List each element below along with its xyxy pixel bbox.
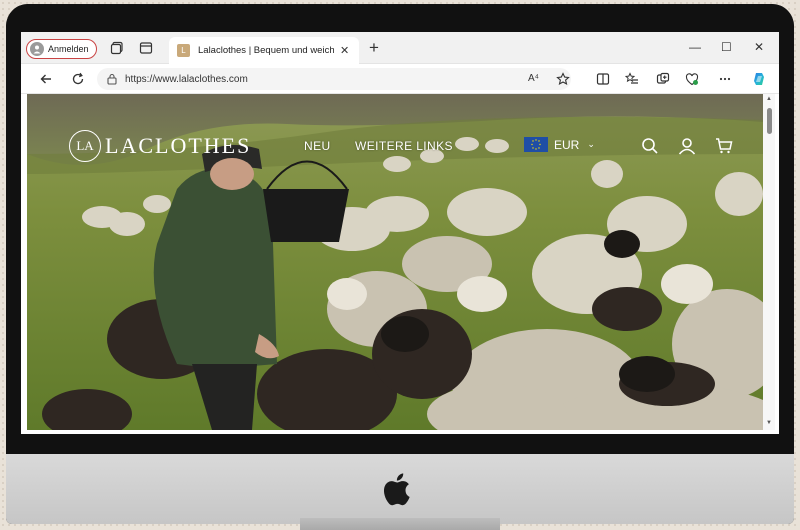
lock-icon[interactable]	[107, 73, 117, 85]
maximize-button[interactable]: ☐	[721, 41, 732, 53]
copilot-icon[interactable]	[752, 71, 768, 87]
search-icon[interactable]	[641, 137, 659, 155]
scroll-down-icon[interactable]: ▼	[766, 420, 772, 426]
tab-title: Lalaclothes | Bequem und weich	[198, 45, 334, 56]
nav-item-weitere-links[interactable]: WEITERE LINKS	[355, 139, 453, 153]
profile-button[interactable]: Anmelden	[26, 39, 97, 59]
monitor-stand	[300, 518, 500, 530]
user-icon[interactable]	[678, 137, 696, 155]
close-window-button[interactable]: ✕	[754, 41, 764, 53]
minimize-button[interactable]: —	[689, 41, 701, 53]
profile-label: Anmelden	[48, 44, 89, 54]
refresh-icon[interactable]	[71, 72, 85, 86]
site-logo[interactable]: LA LACLOTHES	[69, 130, 251, 162]
address-bar: https://www.lalaclothes.com A⁴	[21, 64, 779, 94]
tab-lalaclothes[interactable]: L Lalaclothes | Bequem und weich ✕	[169, 37, 359, 64]
monitor-chin	[6, 454, 794, 524]
read-aloud-icon[interactable]: A⁴	[528, 73, 542, 87]
cart-icon[interactable]	[715, 137, 733, 155]
person-icon	[33, 45, 41, 54]
avatar	[30, 42, 44, 56]
more-icon[interactable]	[718, 72, 732, 86]
apple-logo-icon	[383, 473, 410, 506]
site-favicon: L	[177, 44, 190, 57]
chevron-down-icon: ⌄	[587, 139, 595, 149]
scroll-thumb[interactable]	[767, 108, 772, 134]
star-icon[interactable]	[556, 72, 570, 86]
logo-text: LACLOTHES	[105, 133, 252, 158]
currency-code: EUR	[554, 137, 580, 152]
monitor: Anmelden L Lalaclothes | Bequem und weic…	[6, 4, 794, 524]
extensions-icon[interactable]	[656, 72, 670, 86]
currency-selector[interactable]: EUR ⌄	[524, 137, 595, 152]
split-screen-icon[interactable]	[596, 72, 610, 86]
collections-icon[interactable]	[110, 41, 124, 55]
browser-window: Anmelden L Lalaclothes | Bequem und weic…	[21, 32, 779, 434]
tab-bar: Anmelden L Lalaclothes | Bequem und weic…	[21, 32, 779, 64]
page-viewport: LA LACLOTHES NEU WEITERE LINKS EUR ⌄	[27, 94, 763, 430]
url-input[interactable]: https://www.lalaclothes.com	[97, 68, 571, 90]
url-text[interactable]: https://www.lalaclothes.com	[125, 74, 248, 85]
logo-mark: LA	[69, 130, 101, 162]
tab-actions-icon[interactable]	[139, 41, 153, 55]
page-scrollbar[interactable]: ▲ ▼	[763, 94, 775, 430]
back-arrow-icon[interactable]	[39, 72, 53, 86]
scroll-up-icon[interactable]: ▲	[766, 96, 772, 102]
tab-close-icon[interactable]: ✕	[340, 44, 349, 57]
heart-pulse-icon[interactable]	[685, 72, 699, 86]
nav-item-neu[interactable]: NEU	[304, 139, 331, 153]
new-tab-button[interactable]: +	[369, 39, 379, 56]
eu-flag-icon	[524, 137, 548, 152]
favorites-icon[interactable]	[625, 72, 639, 86]
